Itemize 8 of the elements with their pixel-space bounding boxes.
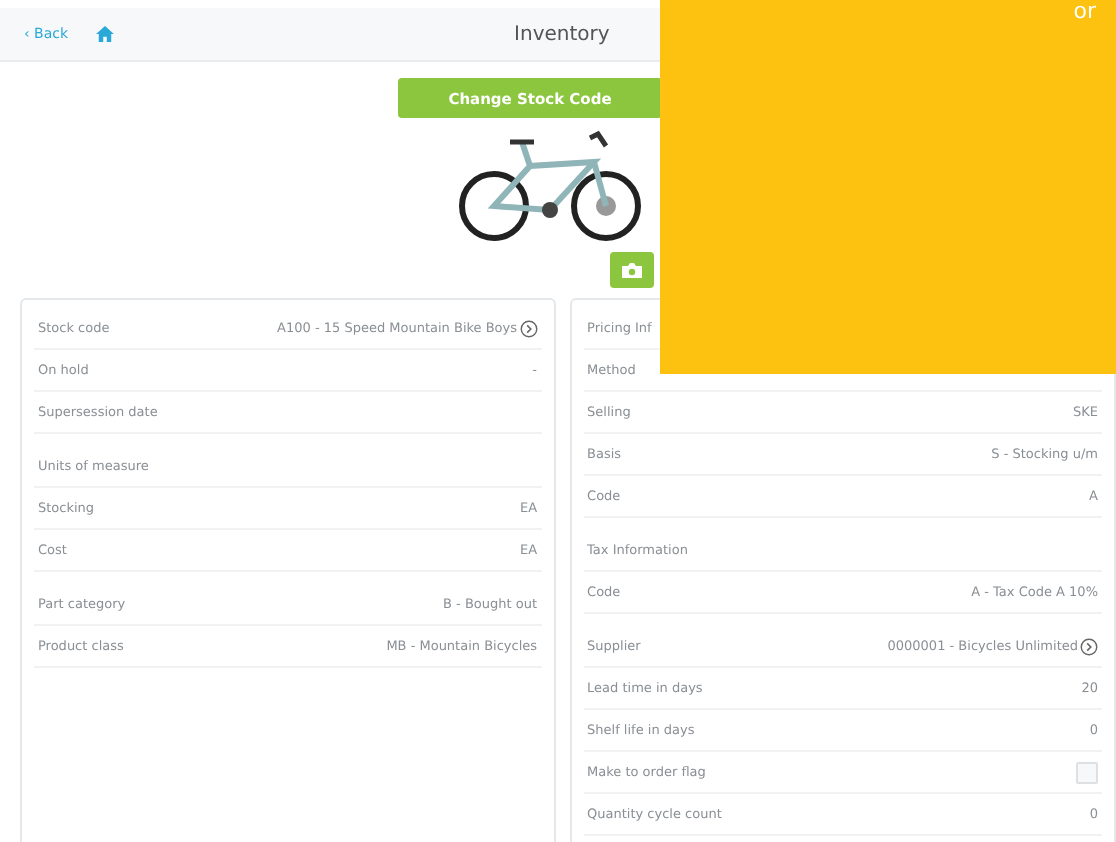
camera-icon bbox=[622, 262, 642, 278]
chevron-circle-icon[interactable] bbox=[1080, 637, 1098, 655]
home-icon[interactable] bbox=[96, 26, 115, 42]
page-title: Inventory bbox=[514, 23, 610, 45]
chevron-circle-icon[interactable] bbox=[519, 319, 538, 337]
overlay-text: or bbox=[1073, 0, 1096, 22]
checkbox[interactable] bbox=[1076, 761, 1098, 783]
camera-button[interactable] bbox=[610, 252, 654, 288]
